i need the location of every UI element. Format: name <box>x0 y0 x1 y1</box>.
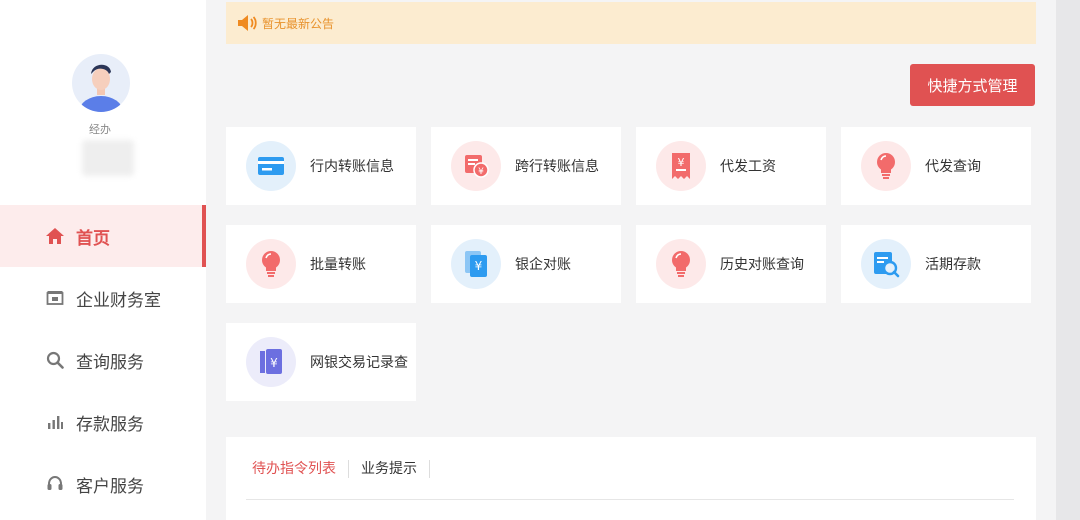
announcement-text: 暂无最新公告 <box>262 16 335 31</box>
shortcut-card-payroll-query[interactable]: 代发查询 <box>841 127 1031 205</box>
headset-icon <box>44 474 66 494</box>
shortcut-manage-button[interactable]: 快捷方式管理 <box>910 64 1035 106</box>
shortcut-card-label: 活期存款 <box>925 257 981 273</box>
payroll-icon: ¥ <box>656 141 706 191</box>
sidebar: 经办 首页 企业财务室 查询服务 存款服务 客户服务 <box>0 0 206 520</box>
announcement-bar: 暂无最新公告 <box>226 2 1036 44</box>
sidebar-item-home[interactable]: 首页 <box>0 205 206 267</box>
sidebar-item-label: 存款服务 <box>76 414 144 435</box>
bulb-icon <box>246 239 296 289</box>
panel-tabs: 待办指令列表 业务提示 <box>246 459 430 479</box>
shortcut-card-label: 批量转账 <box>310 257 366 273</box>
shortcut-card-label: 跨行转账信息 <box>515 159 599 175</box>
shortcut-card-history-reconciliation[interactable]: 历史对账查询 <box>636 225 826 303</box>
finance-office-icon <box>44 288 66 308</box>
svg-text:¥: ¥ <box>478 167 484 177</box>
shortcut-card-demand-deposit[interactable]: 活期存款 <box>841 225 1031 303</box>
home-icon <box>44 226 66 246</box>
shortcut-card-label: 代发查询 <box>925 159 981 175</box>
search-icon <box>44 350 66 370</box>
transaction-record-icon: ¥ <box>246 337 296 387</box>
shortcut-card-intrabank-transfer[interactable]: 行内转账信息 <box>226 127 416 205</box>
sidebar-nav: 首页 企业财务室 查询服务 存款服务 客户服务 <box>0 205 206 515</box>
bar-chart-icon <box>44 412 66 432</box>
deposit-search-icon <box>861 239 911 289</box>
vertical-scrollbar[interactable] <box>1056 0 1080 520</box>
interbank-transfer-icon: ¥ <box>451 141 501 191</box>
shortcut-card-label: 代发工资 <box>720 159 776 175</box>
task-panel: 待办指令列表 业务提示 <box>226 437 1036 520</box>
sidebar-item-query-service[interactable]: 查询服务 <box>0 329 206 391</box>
svg-text:¥: ¥ <box>678 156 685 169</box>
shortcut-card-transaction-records[interactable]: ¥ 网银交易记录查 <box>226 323 416 401</box>
sidebar-item-label: 首页 <box>76 228 110 249</box>
sidebar-item-label: 客户服务 <box>76 476 144 497</box>
sidebar-item-label: 查询服务 <box>76 352 144 373</box>
reconcile-icon: ¥ <box>451 239 501 289</box>
panel-divider <box>246 499 1014 500</box>
sidebar-item-deposit-service[interactable]: 存款服务 <box>0 391 206 453</box>
shortcut-card-interbank-transfer[interactable]: ¥ 跨行转账信息 <box>431 127 621 205</box>
shortcut-card-batch-transfer[interactable]: 批量转账 <box>226 225 416 303</box>
speaker-icon <box>236 14 258 32</box>
card-transfer-icon <box>246 141 296 191</box>
shortcut-card-label: 历史对账查询 <box>720 257 804 273</box>
tab-pending-instructions[interactable]: 待办指令列表 <box>246 459 348 479</box>
svg-text:¥: ¥ <box>270 356 278 370</box>
avatar[interactable] <box>72 54 130 112</box>
user-name-redacted <box>82 140 134 176</box>
shortcut-card-payroll[interactable]: ¥ 代发工资 <box>636 127 826 205</box>
shortcut-card-label: 银企对账 <box>515 257 571 273</box>
shortcut-card-label: 网银交易记录查 <box>310 355 408 371</box>
sidebar-item-finance-office[interactable]: 企业财务室 <box>0 267 206 329</box>
bulb-icon <box>656 239 706 289</box>
svg-text:¥: ¥ <box>475 259 483 273</box>
tab-divider <box>429 460 430 478</box>
sidebar-item-label: 企业财务室 <box>76 290 161 311</box>
shortcut-card-label: 行内转账信息 <box>310 159 394 175</box>
bulb-icon <box>861 141 911 191</box>
tab-business-tips[interactable]: 业务提示 <box>349 459 429 479</box>
shortcut-card-bank-reconciliation[interactable]: ¥ 银企对账 <box>431 225 621 303</box>
user-role: 经办 <box>89 123 111 136</box>
sidebar-item-customer-service[interactable]: 客户服务 <box>0 453 206 515</box>
